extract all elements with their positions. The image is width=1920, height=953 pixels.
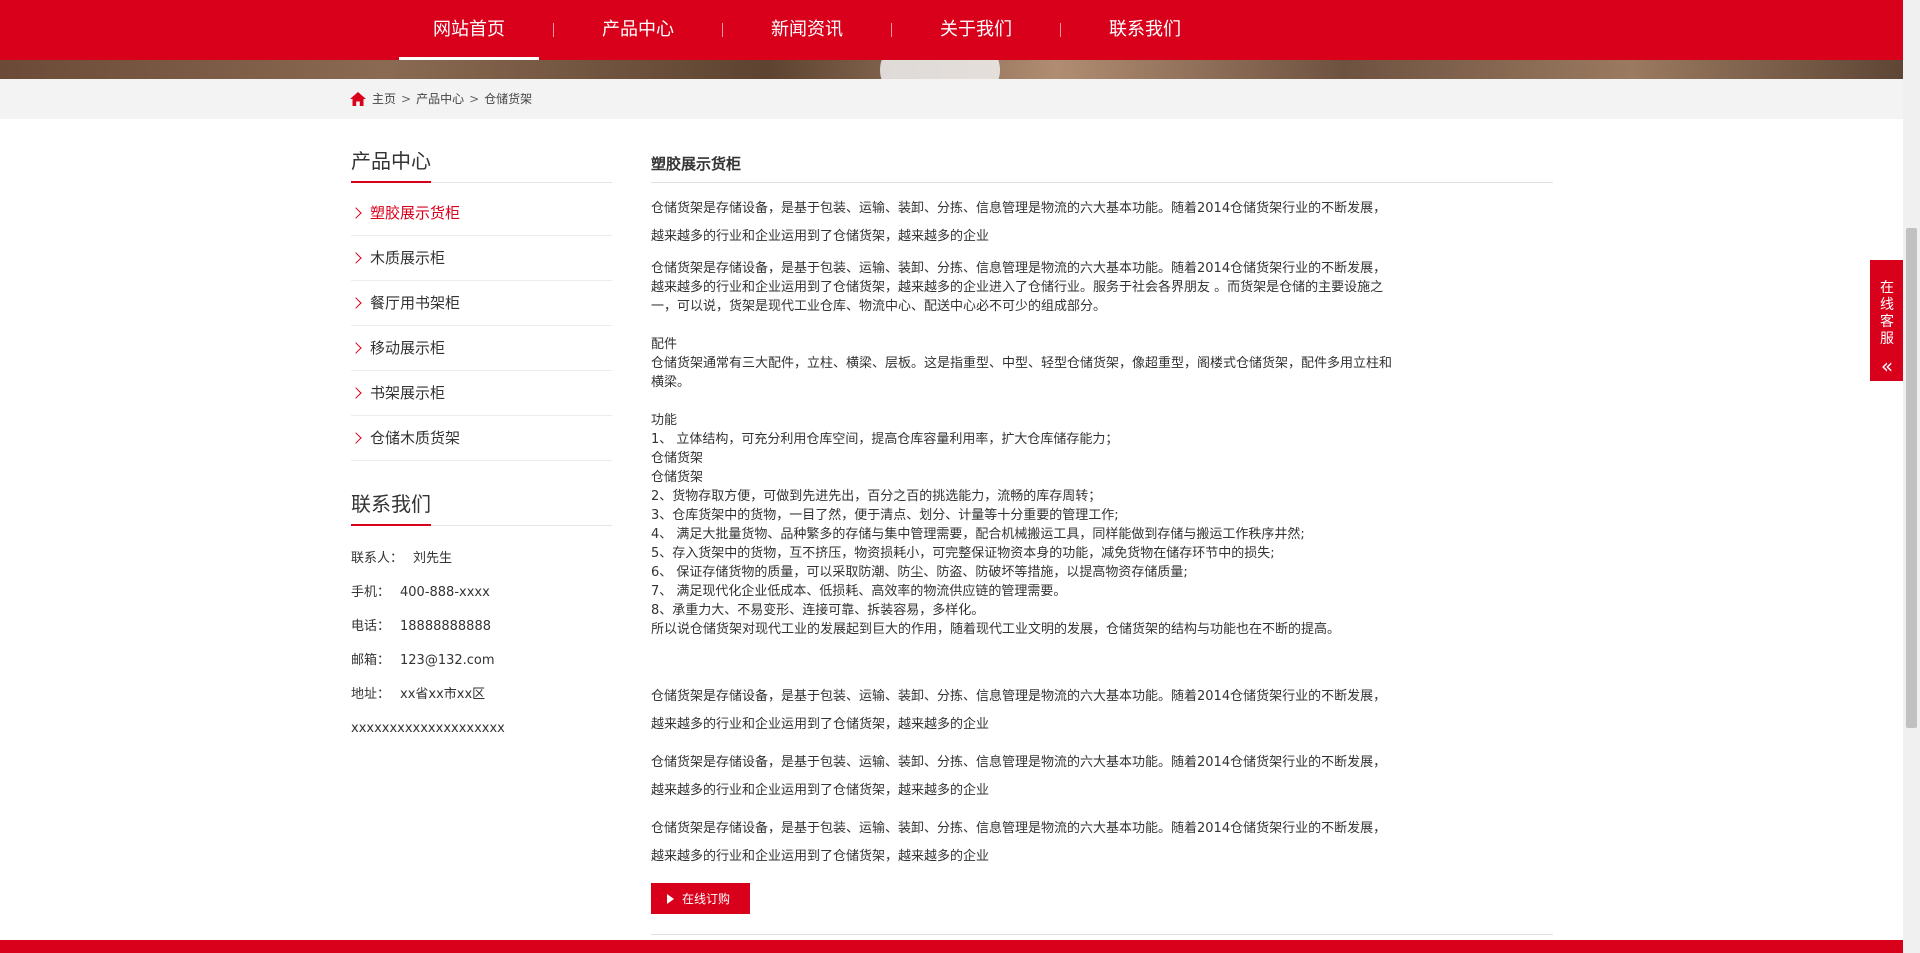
product-intro: 仓储货架是存储设备，是基于包装、运输、装卸、分拣、信息管理是物流的六大基本功能。…: [651, 195, 1553, 251]
repeat-paragraph: 仓储货架是存储设备，是基于包装、运输、装卸、分拣、信息管理是物流的六大基本功能。…: [651, 815, 1553, 871]
chevron-right-icon: [350, 387, 362, 399]
function-line: 仓储货架: [651, 451, 704, 466]
contact-email-label: 邮箱：: [351, 653, 391, 668]
nav-contact[interactable]: 联系我们: [1061, 0, 1229, 60]
repeat-paragraph: 仓储货架是存储设备，是基于包装、运输、装卸、分拣、信息管理是物流的六大基本功能。…: [651, 683, 1553, 739]
main-nav: 网站首页 产品中心 新闻资讯 关于我们 联系我们: [0, 0, 1920, 60]
product-detail: 塑胶展示货柜 仓储货架是存储设备，是基于包装、运输、装卸、分拣、信息管理是物流的…: [651, 150, 1553, 935]
contact-phone-value: 18888888888: [400, 619, 491, 634]
nav-home[interactable]: 网站首页: [385, 0, 553, 60]
contact-mobile-label: 手机：: [351, 585, 391, 600]
contact-email: 邮箱： 123@132.com: [351, 644, 612, 678]
breadcrumb-separator: >: [469, 92, 480, 106]
breadcrumb-separator: >: [401, 92, 412, 106]
category-label: 移动展示柜: [370, 339, 446, 357]
function-line: 所以说仓储货架对现代工业的发展起到巨大的作用，随着现代工业文明的发展，仓储货架的…: [651, 622, 1341, 637]
breadcrumb: 主页 > 产品中心 > 仓储货架: [350, 79, 532, 119]
repeat-paragraph: 仓储货架是存储设备，是基于包装、运输、装卸、分拣、信息管理是物流的六大基本功能。…: [651, 749, 1553, 805]
contact-email-value: 123@132.com: [400, 653, 495, 668]
function-line: 3、仓库货架中的货物，一目了然，便于清点、划分、计量等十分重要的管理工作;: [651, 508, 1119, 523]
breadcrumb-warehouse-shelves[interactable]: 仓储货架: [484, 79, 532, 119]
intro-line: 越来越多的行业和企业运用到了仓储货架，越来越多的企业: [651, 229, 990, 244]
function-line: 4、 满足大批量货物、品种繁多的存储与集中管理需要，配合机械搬运工具，同样能做到…: [651, 527, 1305, 542]
category-label: 书架展示柜: [370, 384, 446, 402]
contact-person: 联系人： 刘先生: [351, 542, 612, 576]
chevron-right-icon: [350, 432, 362, 444]
body-line: 越来越多的行业和企业运用到了仓储货架，越来越多的企业进入了仓储行业。服务于社会各…: [651, 280, 1384, 295]
sidebar-contact-title: 联系我们: [351, 491, 612, 526]
breadcrumb-bar: 主页 > 产品中心 > 仓储货架: [0, 79, 1920, 119]
contact-phone-label: 电话：: [351, 619, 391, 634]
function-line: 7、 满足现代化企业低成本、低损耗、高效率的物流供应链的管理需要。: [651, 584, 1067, 599]
function-line: 8、承重力大、不易变形、连接可靠、拆装容易，多样化。: [651, 603, 985, 618]
category-item-wood-display[interactable]: 木质展示柜: [350, 236, 612, 281]
contact-person-label: 联系人：: [351, 551, 404, 566]
contact-phone: 电话： 18888888888: [351, 610, 612, 644]
category-label: 木质展示柜: [370, 249, 446, 267]
parts-title: 配件: [651, 337, 678, 352]
footer-bar: [0, 940, 1903, 953]
order-online-button[interactable]: 在线订购: [651, 883, 751, 914]
online-service-label: 在线客服: [1880, 280, 1894, 347]
sidebar: 产品中心 塑胶展示货柜 木质展示柜 餐厅用书架柜 移动展示柜 书架展示柜 仓储木…: [350, 148, 612, 746]
function-line: 2、货物存取方便，可做到先进先出，百分之百的挑选能力，流畅的库存周转；: [651, 489, 1102, 504]
order-online-label: 在线订购: [682, 892, 731, 906]
function-title: 功能: [651, 413, 678, 428]
home-icon: [350, 92, 366, 106]
repeat-line: 仓储货架是存储设备，是基于包装、运输、装卸、分拣、信息管理是物流的六大基本功能。…: [651, 689, 1387, 704]
contact-address-value: xx省xx市xx区: [400, 687, 486, 702]
repeat-line: 越来越多的行业和企业运用到了仓储货架，越来越多的企业: [651, 783, 990, 798]
contact-address: 地址： xx省xx市xx区: [351, 678, 612, 712]
product-title: 塑胶展示货柜: [651, 150, 1553, 183]
category-item-plastic-display[interactable]: 塑胶展示货柜: [350, 191, 612, 236]
breadcrumb-home[interactable]: 主页: [372, 79, 396, 119]
chevron-right-icon: [350, 207, 362, 219]
repeat-line: 仓储货架是存储设备，是基于包装、运输、装卸、分拣、信息管理是物流的六大基本功能。…: [651, 755, 1387, 770]
category-list: 塑胶展示货柜 木质展示柜 餐厅用书架柜 移动展示柜 书架展示柜 仓储木质货架: [350, 191, 612, 461]
chevron-right-icon: [350, 342, 362, 354]
nav-news[interactable]: 新闻资讯: [723, 0, 891, 60]
category-label: 塑胶展示货柜: [370, 204, 461, 222]
body-line: 一，可以说，货架是现代工业仓库、物流中心、配送中心必不可少的组成部分。: [651, 299, 1107, 314]
scrollbar-thumb[interactable]: [1906, 228, 1917, 728]
breadcrumb-products[interactable]: 产品中心: [416, 79, 464, 119]
sidebar-products-title: 产品中心: [351, 148, 612, 183]
repeat-line: 越来越多的行业和企业运用到了仓储货架，越来越多的企业: [651, 717, 990, 732]
category-item-mobile-display[interactable]: 移动展示柜: [350, 326, 612, 371]
chevron-right-icon: [350, 252, 362, 264]
contact-mobile-value: 400-888-xxxx: [400, 585, 490, 600]
category-label: 仓储木质货架: [370, 429, 461, 447]
online-service-button[interactable]: 在线客服 «: [1870, 260, 1904, 381]
double-chevron-left-icon: «: [1880, 354, 1894, 378]
contact-info: 联系人： 刘先生 手机： 400-888-xxxx 电话： 18888888888 邮…: [351, 542, 612, 746]
parts-line: 仓储货架通常有三大配件，立柱、横梁、层板。这是指重型、中型、轻型仓储货架，像超重…: [651, 356, 1393, 371]
parts-line: 横梁。: [651, 375, 691, 390]
category-item-warehouse-wood-shelf[interactable]: 仓储木质货架: [350, 416, 612, 461]
function-line: 1、 立体结构，可充分利用仓库空间，提高仓库容量利用率，扩大仓库储存能力；: [651, 432, 1119, 447]
category-label: 餐厅用书架柜: [370, 294, 461, 312]
body-line: 仓储货架是存储设备，是基于包装、运输、装卸、分拣、信息管理是物流的六大基本功能。…: [651, 261, 1387, 276]
nav-products[interactable]: 产品中心: [554, 0, 722, 60]
intro-line: 仓储货架是存储设备，是基于包装、运输、装卸、分拣、信息管理是物流的六大基本功能。…: [651, 201, 1387, 216]
contact-person-value: 刘先生: [413, 551, 453, 566]
nav-list: 网站首页 产品中心 新闻资讯 关于我们 联系我们: [385, 0, 1229, 60]
category-item-bookshelf-display[interactable]: 书架展示柜: [350, 371, 612, 416]
contact-address-detail: xxxxxxxxxxxxxxxxxxxx: [351, 721, 505, 736]
contact-address-label: 地址：: [351, 687, 391, 702]
content-divider: [651, 934, 1553, 935]
function-line: 5、存入货架中的货物，互不挤压，物资损耗小，可完整保证物资本身的功能，减免货物在…: [651, 546, 1275, 561]
product-body: 仓储货架是存储设备，是基于包装、运输、装卸、分拣、信息管理是物流的六大基本功能。…: [651, 259, 1553, 639]
repeat-line: 仓储货架是存储设备，是基于包装、运输、装卸、分拣、信息管理是物流的六大基本功能。…: [651, 821, 1387, 836]
chevron-right-icon: [350, 297, 362, 309]
play-icon: [667, 893, 674, 904]
category-item-restaurant-bookshelf[interactable]: 餐厅用书架柜: [350, 281, 612, 326]
page-scrollbar[interactable]: [1903, 0, 1920, 953]
contact-mobile: 手机： 400-888-xxxx: [351, 576, 612, 610]
function-line: 6、 保证存储货物的质量，可以采取防潮、防尘、防盗、防破坏等措施，以提高物资存储…: [651, 565, 1188, 580]
repeat-line: 越来越多的行业和企业运用到了仓储货架，越来越多的企业: [651, 849, 990, 864]
function-line: 仓储货架: [651, 470, 704, 485]
nav-about[interactable]: 关于我们: [892, 0, 1060, 60]
